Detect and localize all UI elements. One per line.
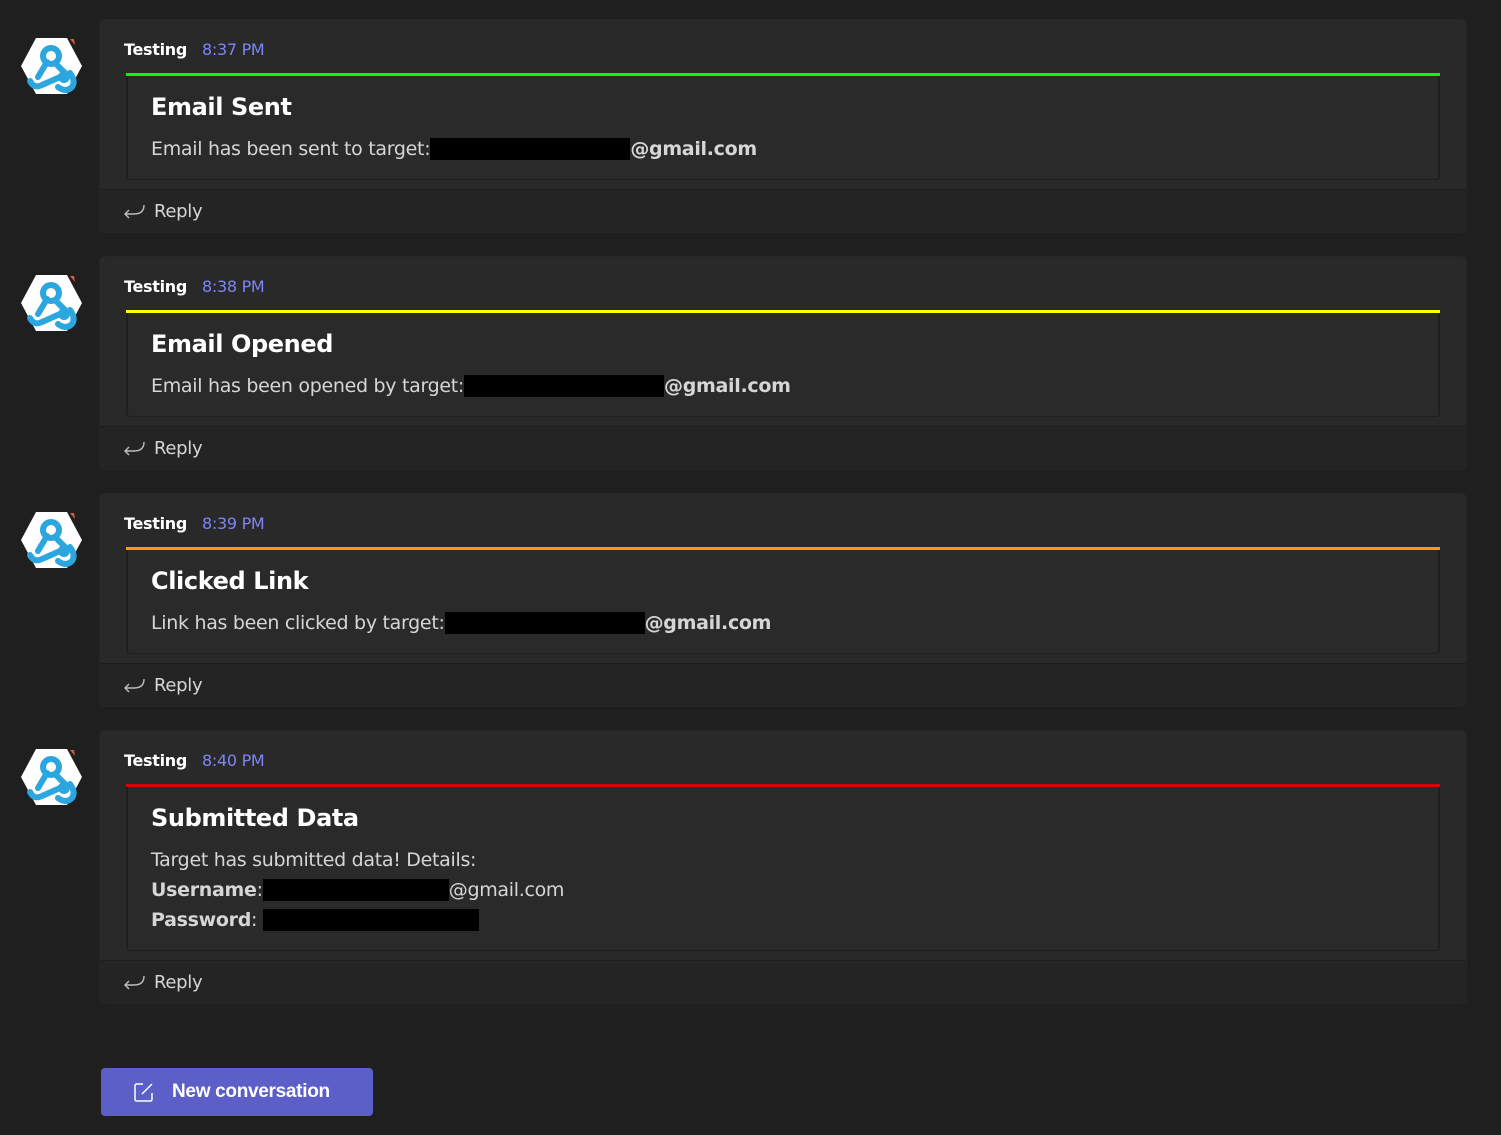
adaptive-card: Email Opened Email has been opened by ta… xyxy=(126,310,1440,417)
reply-label: Reply xyxy=(154,971,203,993)
reply-label: Reply xyxy=(154,674,203,696)
message-timestamp[interactable]: 8:40 PM xyxy=(202,751,265,770)
reply-arrow-icon xyxy=(124,975,145,990)
reply-label: Reply xyxy=(154,437,203,459)
webhook-icon xyxy=(21,749,82,805)
adaptive-card: Clicked Link Link has been clicked by ta… xyxy=(126,547,1440,654)
redacted-password xyxy=(263,909,480,931)
message-author[interactable]: Testing xyxy=(124,277,187,296)
message-author[interactable]: Testing xyxy=(124,40,187,59)
reply-button[interactable]: Reply xyxy=(100,960,1466,1003)
adaptive-card: Email Sent Email has been sent to target… xyxy=(126,73,1440,180)
redacted-email-local xyxy=(444,612,645,634)
webhook-avatar[interactable] xyxy=(20,511,83,569)
message-author[interactable]: Testing xyxy=(124,751,187,770)
message-card: Testing 8:39 PM Clicked Link Link has be… xyxy=(100,494,1466,706)
card-intro: Target has submitted data! Details: xyxy=(151,849,477,871)
adaptive-card: Submitted Data Target has submitted data… xyxy=(126,784,1440,951)
username-domain: @gmail.com xyxy=(448,879,565,901)
colon: : xyxy=(251,909,258,931)
message-timestamp[interactable]: 8:38 PM xyxy=(202,277,265,296)
reply-button[interactable]: Reply xyxy=(100,426,1466,469)
webhook-avatar[interactable] xyxy=(20,37,83,95)
email-domain: @gmail.com xyxy=(644,612,772,634)
webhook-icon xyxy=(21,275,82,331)
webhook-avatar[interactable] xyxy=(20,748,83,806)
redacted-username xyxy=(262,879,449,901)
card-body: Email has been opened by target: @gmail.… xyxy=(151,371,1416,401)
card-body: Link has been clicked by target: @gmail.… xyxy=(151,608,1416,638)
reply-arrow-icon xyxy=(124,678,145,693)
reply-arrow-icon xyxy=(124,441,145,456)
password-row: Password : xyxy=(151,905,1416,935)
redacted-email-local xyxy=(430,138,631,160)
message-timestamp[interactable]: 8:39 PM xyxy=(202,514,265,533)
message-author[interactable]: Testing xyxy=(124,514,187,533)
card-title: Clicked Link xyxy=(151,567,309,595)
card-title: Email Sent xyxy=(151,93,292,121)
body-text: Email has been opened by target: xyxy=(151,375,465,397)
card-body: Email has been sent to target: @gmail.co… xyxy=(151,134,1416,164)
body-text: Email has been sent to target: xyxy=(151,138,431,160)
reply-button[interactable]: Reply xyxy=(100,189,1466,232)
reply-label: Reply xyxy=(154,200,203,222)
email-domain: @gmail.com xyxy=(664,375,791,397)
email-domain: @gmail.com xyxy=(630,138,757,160)
webhook-icon xyxy=(21,512,82,568)
new-conversation-label: New conversation xyxy=(172,1081,330,1102)
card-title: Email Opened xyxy=(151,330,334,358)
message-card: Testing 8:37 PM Email Sent Email has bee… xyxy=(100,20,1466,232)
username-label: Username xyxy=(151,879,257,901)
webhook-avatar[interactable] xyxy=(20,274,83,332)
reply-arrow-icon xyxy=(124,204,145,219)
redacted-email-local xyxy=(464,375,665,397)
message-timestamp[interactable]: 8:37 PM xyxy=(202,40,265,59)
webhook-icon xyxy=(21,38,82,94)
password-label: Password xyxy=(151,909,252,931)
card-title: Submitted Data xyxy=(151,804,359,832)
message-card: Testing 8:38 PM Email Opened Email has b… xyxy=(100,257,1466,469)
reply-button[interactable]: Reply xyxy=(100,663,1466,706)
message-card: Testing 8:40 PM Submitted Data Target ha… xyxy=(100,731,1466,1003)
new-conversation-button[interactable]: New conversation xyxy=(101,1068,373,1116)
compose-icon xyxy=(134,1083,153,1102)
body-text: Link has been clicked by target: xyxy=(151,612,445,634)
username-row: Username : @gmail.com xyxy=(151,875,1416,905)
